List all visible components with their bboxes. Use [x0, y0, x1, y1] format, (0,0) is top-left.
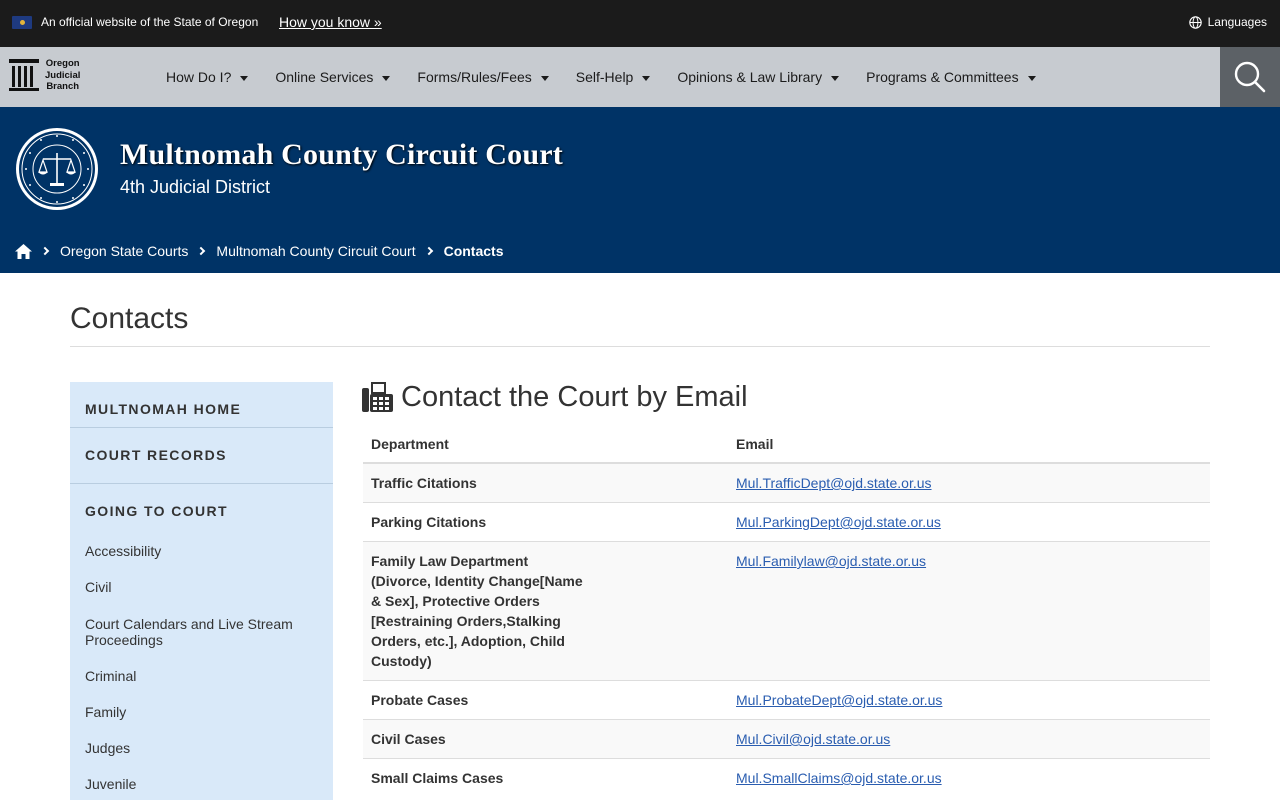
languages-button[interactable]: Languages	[1188, 15, 1267, 29]
sidebar-link-court-calendars[interactable]: Court Calendars and Live Stream Proceedi…	[85, 616, 315, 648]
table-row: Family Law Department (Divorce, Identity…	[363, 541, 1210, 681]
search-icon	[1234, 61, 1266, 93]
court-header: Multnomah County Circuit Court 4th Judic…	[0, 107, 1280, 273]
email-link[interactable]: Mul.SmallClaims@ojd.state.or.us	[736, 770, 942, 786]
email-cell: Mul.Civil@ojd.state.or.us	[728, 719, 1210, 759]
department-cell: Family Law Department (Divorce, Identity…	[363, 541, 728, 681]
caret-down-icon	[642, 75, 651, 81]
nav-menu: How Do I? Online Services Forms/Rules/Fe…	[166, 47, 1063, 107]
email-link[interactable]: Mul.Civil@ojd.state.or.us	[736, 731, 890, 747]
department-cell: Traffic Citations	[363, 462, 728, 503]
nav-item-label: Opinions & Law Library	[677, 69, 823, 85]
sidebar-link-juvenile[interactable]: Juvenile	[85, 776, 315, 792]
department-name: Small Claims Cases	[371, 770, 504, 786]
home-icon[interactable]	[15, 243, 32, 259]
logo-line: Branch	[46, 81, 80, 92]
email-cell: Mul.ProbateDept@ojd.state.or.us	[728, 680, 1210, 720]
globe-icon	[1188, 15, 1202, 29]
email-link[interactable]: Mul.ParkingDept@ojd.state.or.us	[736, 514, 941, 530]
logo-line: Judicial	[45, 69, 81, 81]
email-cell: Mul.SmallClaims@ojd.state.or.us	[728, 758, 1210, 797]
sidebar-section-going-to-court[interactable]: GOING TO COURT	[85, 503, 228, 519]
page-title: Contacts	[70, 302, 189, 335]
search-button[interactable]	[1220, 47, 1280, 107]
title-divider	[70, 346, 1210, 347]
table-row: Traffic Citations Mul.TrafficDept@ojd.st…	[363, 462, 1210, 503]
breadcrumb: Oregon State Courts Multnomah County Cir…	[15, 243, 504, 259]
nav-item-forms-rules-fees[interactable]: Forms/Rules/Fees	[417, 69, 549, 85]
languages-label: Languages	[1207, 15, 1267, 29]
breadcrumb-multnomah-circuit-court[interactable]: Multnomah County Circuit Court	[216, 243, 415, 259]
nav-item-programs-committees[interactable]: Programs & Committees	[866, 69, 1036, 85]
breadcrumb-chevron-icon	[424, 246, 433, 256]
department-name: Parking Citations	[371, 514, 487, 530]
department-name: Traffic Citations	[371, 475, 477, 491]
nav-item-self-help[interactable]: Self-Help	[576, 69, 651, 85]
email-link[interactable]: Mul.ProbateDept@ojd.state.or.us	[736, 692, 942, 708]
sidebar-link-judges[interactable]: Judges	[85, 740, 315, 756]
email-cell: Mul.Familylaw@ojd.state.or.us	[728, 541, 1210, 681]
department-cell: Parking Citations	[363, 502, 728, 542]
breadcrumb-chevron-icon	[197, 246, 206, 256]
sidebar-section-court-records[interactable]: COURT RECORDS	[85, 447, 227, 463]
column-header-department: Department	[363, 426, 728, 464]
sidebar-link-criminal[interactable]: Criminal	[85, 668, 315, 684]
email-link[interactable]: Mul.TrafficDept@ojd.state.or.us	[736, 475, 932, 491]
sidebar-section-multnomah-home[interactable]: MULTNOMAH HOME	[85, 401, 241, 417]
table-row: Civil Cases Mul.Civil@ojd.state.or.us	[363, 719, 1210, 759]
section-heading-text: Contact the Court by Email	[401, 381, 748, 413]
gov-banner: An official website of the State of Oreg…	[0, 0, 1280, 47]
department-cell: Civil Cases	[363, 719, 728, 759]
department-cell: Small Claims Cases	[363, 758, 728, 797]
official-site-text: An official website of the State of Oreg…	[41, 15, 259, 29]
judicial-district: 4th Judicial District	[120, 177, 271, 197]
main-navigation: Oregon Judicial Branch How Do I? Online …	[0, 47, 1280, 107]
sidebar: MULTNOMAH HOME COURT RECORDS GOING TO CO…	[70, 382, 333, 800]
column-header-email: Email	[728, 426, 1210, 464]
caret-down-icon	[831, 75, 840, 81]
table-row: Probate Cases Mul.ProbateDept@ojd.state.…	[363, 680, 1210, 720]
sidebar-link-family[interactable]: Family	[85, 704, 315, 720]
caret-down-icon	[240, 75, 249, 81]
table-row: Parking Citations Mul.ParkingDept@ojd.st…	[363, 502, 1210, 542]
nav-item-label: How Do I?	[166, 69, 232, 85]
department-name: Civil Cases	[371, 731, 446, 747]
nav-item-label: Programs & Committees	[866, 69, 1019, 85]
nav-item-opinions-law-library[interactable]: Opinions & Law Library	[677, 69, 840, 85]
sidebar-divider	[70, 483, 333, 484]
nav-item-online-services[interactable]: Online Services	[275, 69, 391, 85]
caret-down-icon	[1027, 75, 1036, 81]
email-cell: Mul.ParkingDept@ojd.state.or.us	[728, 502, 1210, 542]
table-row: Small Claims Cases Mul.SmallClaims@ojd.s…	[363, 758, 1210, 797]
judicial-seal-icon	[16, 128, 98, 210]
nav-item-label: Self-Help	[575, 69, 634, 85]
fax-icon	[362, 382, 393, 412]
breadcrumb-oregon-state-courts[interactable]: Oregon State Courts	[60, 243, 188, 259]
breadcrumb-current: Contacts	[443, 243, 504, 259]
department-name: Probate Cases	[371, 692, 469, 708]
nav-item-label: Online Services	[275, 69, 374, 85]
section-heading: Contact the Court by Email	[362, 381, 748, 414]
oregon-flag-icon	[12, 16, 32, 29]
table-header-row: Department Email	[363, 426, 1210, 464]
pillar-logo-icon	[9, 59, 39, 91]
sidebar-divider	[70, 427, 333, 428]
breadcrumb-chevron-icon	[40, 246, 50, 256]
department-name: Family Law Department (Divorce, Identity…	[371, 553, 583, 669]
caret-down-icon	[540, 75, 549, 81]
logo-line: Oregon	[45, 58, 80, 69]
nav-item-label: Forms/Rules/Fees	[417, 69, 532, 85]
logo-text: Oregon Judicial Branch	[45, 58, 80, 93]
sidebar-link-civil[interactable]: Civil	[85, 579, 315, 595]
ojd-logo[interactable]: Oregon Judicial Branch	[9, 58, 94, 98]
caret-down-icon	[382, 75, 391, 81]
nav-item-how-do-i[interactable]: How Do I?	[166, 69, 249, 85]
sidebar-link-accessibility[interactable]: Accessibility	[85, 543, 315, 559]
contact-table: Department Email Traffic Citations Mul.T…	[363, 426, 1210, 797]
court-name: Multnomah County Circuit Court	[120, 138, 563, 171]
how-you-know-link[interactable]: How you know »	[279, 14, 382, 30]
email-cell: Mul.TrafficDept@ojd.state.or.us	[728, 462, 1210, 503]
email-link[interactable]: Mul.Familylaw@ojd.state.or.us	[736, 553, 926, 569]
department-cell: Probate Cases	[363, 680, 728, 720]
